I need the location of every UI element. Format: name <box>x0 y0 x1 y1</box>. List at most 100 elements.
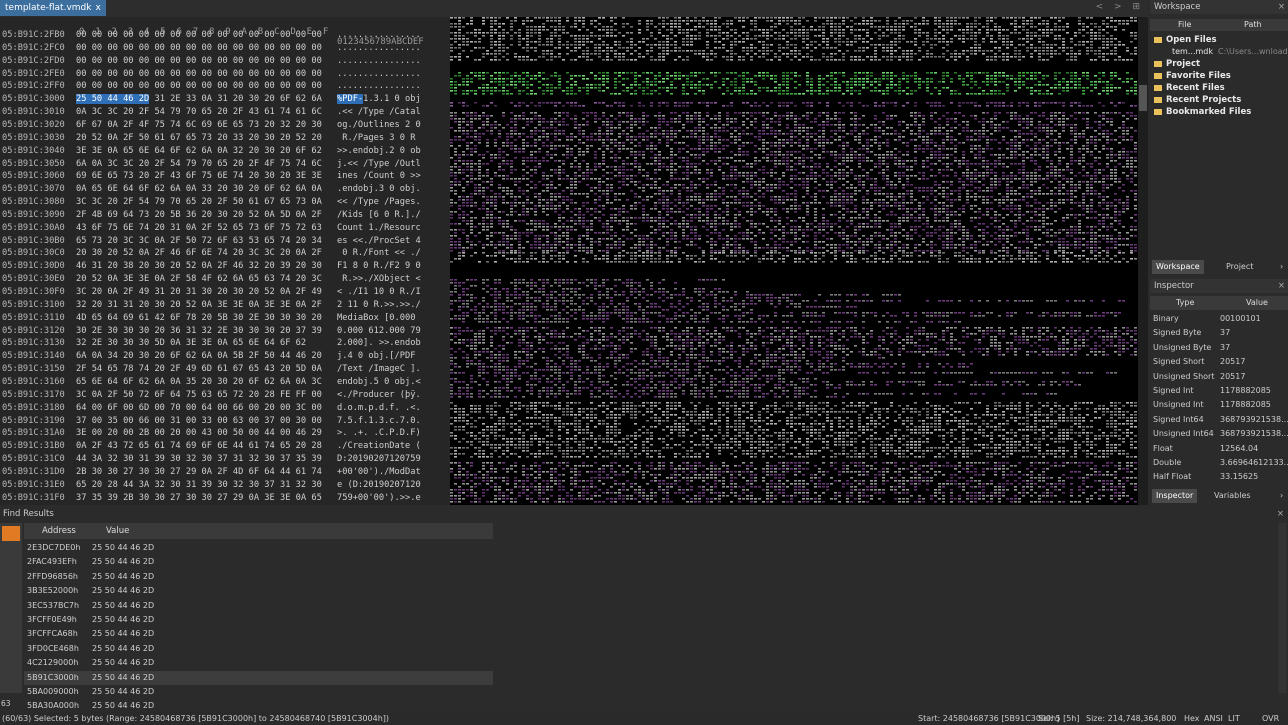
find-result-row[interactable]: 2FAC493EFh 25 50 44 46 2D <box>24 555 493 569</box>
row-hex-bytes[interactable]: 44 3A 32 30 31 39 30 32 30 37 31 32 30 3… <box>76 453 322 466</box>
row-ascii[interactable]: endobj.5 0 obj.< <box>337 376 421 389</box>
find-result-row[interactable]: 3B3E52000h 25 50 44 46 2D <box>24 584 493 598</box>
row-hex-bytes[interactable]: 00 00 00 00 00 00 00 00 00 00 00 00 00 0… <box>76 80 322 93</box>
status-hex-mode[interactable]: Hex <box>1184 712 1200 725</box>
close-inspector-icon[interactable]: × <box>1278 279 1285 293</box>
row-hex-bytes[interactable]: 32 20 31 31 20 30 20 52 0A 3E 3E 0A 3E 3… <box>76 299 322 312</box>
find-results-table[interactable]: Address Value 2E3DC7DE0h 25 50 44 46 2D 2F… <box>24 523 493 713</box>
tab-inspector[interactable]: Inspector <box>1152 489 1198 503</box>
row-hex-bytes[interactable]: 65 73 20 3C 3C 0A 2F 50 72 6F 63 53 65 7… <box>76 235 322 248</box>
row-hex-bytes[interactable]: 00 00 00 00 00 00 00 00 00 00 00 00 00 0… <box>76 42 322 55</box>
find-marker-icon[interactable] <box>2 526 20 541</box>
row-ascii[interactable]: >. .+. .C.P.D.F) <box>337 427 421 440</box>
row-hex-bytes[interactable]: 2F 4B 69 64 73 20 5B 36 20 30 20 52 0A 5… <box>76 209 322 222</box>
tree-item[interactable]: Bookmarked Files <box>1154 106 1251 118</box>
row-hex-bytes[interactable]: 20 30 20 52 0A 2F 46 6F 6E 74 20 3C 3C 2… <box>76 247 322 260</box>
tab-workspace[interactable]: Workspace <box>1152 260 1204 274</box>
editor-scrollbar[interactable] <box>1138 17 1148 505</box>
row-hex-bytes[interactable]: 20 52 0A 3E 3E 0A 2F 58 4F 62 6A 65 63 7… <box>76 273 322 286</box>
row-ascii-rest[interactable]: 1.3.1 0 obj <box>363 94 421 104</box>
row-hex-bytes[interactable]: 65 6E 64 6F 62 6A 0A 35 20 30 20 6F 62 6… <box>76 376 322 389</box>
file-tab[interactable]: template-flat.vmdk x <box>0 0 106 16</box>
tab-navigation[interactable]: < > ⊞ <box>1096 2 1144 12</box>
find-result-row[interactable]: 5BA009000h 25 50 44 46 2D <box>24 685 493 699</box>
row-ascii[interactable]: e (D:20190207120 <box>337 479 421 492</box>
file-column-header[interactable]: File <box>1178 19 1191 31</box>
row-ascii[interactable]: >>.endobj.2 0 ob <box>337 145 421 158</box>
row-ascii[interactable]: 0.000 612.000 79 <box>337 325 421 338</box>
row-ascii[interactable]: F1 8 0 R./F2 9 0 <box>337 260 421 273</box>
row-ascii[interactable]: R.>>./XObject < <box>337 273 420 286</box>
inspector-row[interactable]: Unsigned Byte 37 <box>1150 341 1288 355</box>
row-ascii[interactable]: d.o.m.p.d.f. .<. <box>337 402 421 415</box>
find-result-row[interactable]: 2FFD96856h 25 50 44 46 2D <box>24 570 493 584</box>
selected-ascii[interactable]: %PDF- <box>337 94 364 105</box>
tab-variables[interactable]: Variables <box>1210 489 1255 503</box>
close-find-icon[interactable]: × <box>1277 507 1284 521</box>
type-column-header[interactable]: Type <box>1176 296 1194 310</box>
row-ascii[interactable]: j.4 0 obj.[/PDF <box>337 350 421 363</box>
row-hex-bytes[interactable]: 0A 2F 43 72 65 61 74 69 6F 6E 44 61 74 6… <box>76 440 322 453</box>
inspector-row[interactable]: Signed Int64 368793921538... <box>1150 413 1288 427</box>
find-result-row[interactable]: 3FD0CE468h 25 50 44 46 2D <box>24 642 493 656</box>
row-hex-bytes[interactable]: 64 00 6F 00 6D 00 70 00 64 00 66 00 20 0… <box>76 402 322 415</box>
row-ascii[interactable]: j.<< /Type /Outl <box>337 158 421 171</box>
row-ascii[interactable]: < ./I1 10 0 R./I <box>337 286 421 299</box>
row-hex-bytes[interactable]: 4D 65 64 69 61 42 6F 78 20 5B 30 2E 30 3… <box>76 312 322 325</box>
row-ascii[interactable]: R./Pages 3 0 R <box>337 132 421 145</box>
find-result-row[interactable]: 3EC537BC7h 25 50 44 46 2D <box>24 599 493 613</box>
row-hex-bytes[interactable]: 00 00 00 00 00 00 00 00 00 00 00 00 00 0… <box>76 68 322 81</box>
row-ascii[interactable]: 2 11 0 R.>>.>>./ <box>337 299 421 312</box>
row-hex-bytes[interactable]: 3E 00 20 00 2B 00 20 00 43 00 50 00 44 0… <box>76 427 322 440</box>
close-tab-icon[interactable]: x <box>95 3 100 13</box>
row-hex-bytes[interactable]: 20 52 0A 2F 50 61 67 65 73 20 33 20 30 2… <box>76 132 322 145</box>
row-ascii[interactable]: ................ <box>337 29 421 42</box>
find-scrollbar[interactable] <box>1278 523 1286 693</box>
row-ascii[interactable]: og./Outlines 2 0 <box>337 119 421 132</box>
row-hex-bytes[interactable]: 3E 3E 0A 65 6E 64 6F 62 6A 0A 32 20 30 2… <box>76 145 322 158</box>
find-result-row[interactable]: 3FCFF0E49h 25 50 44 46 2D <box>24 613 493 627</box>
row-hex-bytes[interactable]: 00 00 00 00 00 00 00 00 00 00 00 00 00 0… <box>76 55 322 68</box>
row-ascii[interactable]: es <<./ProcSet 4 <box>337 235 421 248</box>
inspector-row[interactable]: Unsigned Short 20517 <box>1150 370 1288 384</box>
row-hex-bytes[interactable]: 25 50 44 46 2D 31 2E 33 0A 31 20 30 20 6… <box>76 93 322 106</box>
row-hex-bytes[interactable]: 69 6E 65 73 20 2F 43 6F 75 6E 74 20 30 2… <box>76 170 322 183</box>
tree-item[interactable]: Recent Projects <box>1154 94 1241 106</box>
tab-project[interactable]: Project <box>1222 260 1257 274</box>
inspector-row[interactable]: Binary 00100101 <box>1150 312 1288 326</box>
inspector-row[interactable]: Unsigned Int 1178882085 <box>1150 398 1288 412</box>
status-endian[interactable]: LIT <box>1228 712 1240 725</box>
find-result-row[interactable]: 4C2129000h 25 50 44 46 2D <box>24 656 493 670</box>
row-ascii[interactable]: +00'00')./ModDat <box>337 466 421 479</box>
row-ascii[interactable]: ................ <box>337 80 421 93</box>
row-ascii[interactable]: 759+00'00').>>.e <box>337 492 421 505</box>
row-hex-bytes[interactable]: 3C 20 0A 2F 49 31 20 31 30 20 30 20 52 0… <box>76 286 322 299</box>
open-file-entry[interactable]: tem...mdk C:\Users...wnloads\ <box>1172 46 1288 58</box>
inspector-row[interactable]: Unsigned Int64 368793921538... <box>1150 427 1288 441</box>
row-hex-bytes[interactable]: 3C 3C 20 2F 54 79 70 65 20 2F 50 61 67 6… <box>76 196 322 209</box>
row-hex-bytes[interactable]: 46 31 20 38 20 30 20 52 0A 2F 46 32 20 3… <box>76 260 322 273</box>
row-ascii[interactable]: %PDF-1.3.1 0 obj <box>337 93 421 106</box>
row-hex-bytes[interactable]: 6F 67 0A 2F 4F 75 74 6C 69 6E 65 73 20 3… <box>76 119 322 132</box>
row-hex-bytes[interactable]: 30 2E 30 30 30 20 36 31 32 2E 30 30 30 2… <box>76 325 322 338</box>
selected-hex-bytes[interactable]: 25 50 44 46 2D <box>76 94 150 105</box>
row-ascii[interactable]: .endobj.3 0 obj. <box>337 183 421 196</box>
path-column-header[interactable]: Path <box>1244 19 1262 31</box>
find-result-row[interactable]: 3FCFFCA68h 25 50 44 46 2D <box>24 627 493 641</box>
row-hex-bytes[interactable]: 3C 0A 2F 50 72 6F 64 75 63 65 72 20 28 F… <box>76 389 322 402</box>
row-hex-bytes[interactable]: 6A 0A 34 20 30 20 6F 62 6A 0A 5B 2F 50 4… <box>76 350 322 363</box>
row-ascii[interactable]: 0 R./Font << ./ <box>337 247 420 260</box>
row-ascii[interactable]: /Text /ImageC ]. <box>337 363 421 376</box>
row-hex-bytes[interactable]: 00 00 00 00 00 00 00 00 00 00 00 00 00 0… <box>76 29 322 42</box>
tree-open-files[interactable]: Open Files <box>1154 34 1217 46</box>
find-result-row[interactable]: 5B91C3000h 25 50 44 46 2D <box>24 670 493 685</box>
address-column-header[interactable]: Address <box>42 523 76 539</box>
row-hex-bytes[interactable]: 32 2E 30 30 30 5D 0A 3E 3E 0A 65 6E 64 6… <box>76 337 306 350</box>
status-insert-mode[interactable]: OVR <box>1262 712 1279 725</box>
row-hex-bytes[interactable]: 0A 3C 3C 20 2F 54 79 70 65 20 2F 43 61 7… <box>76 106 322 119</box>
hex-editor[interactable]: 0 1 2 3 4 5 6 7 8 9 A B C D E F 01234567… <box>0 17 1138 505</box>
byte-overview-map[interactable] <box>450 17 1138 505</box>
row-ascii[interactable]: 7.5.f.1.3.c.7.0. <box>337 415 421 428</box>
row-ascii[interactable]: D:20190207120759 <box>337 453 421 466</box>
find-result-row[interactable]: 2E3DC7DE0h 25 50 44 46 2D <box>24 541 493 555</box>
